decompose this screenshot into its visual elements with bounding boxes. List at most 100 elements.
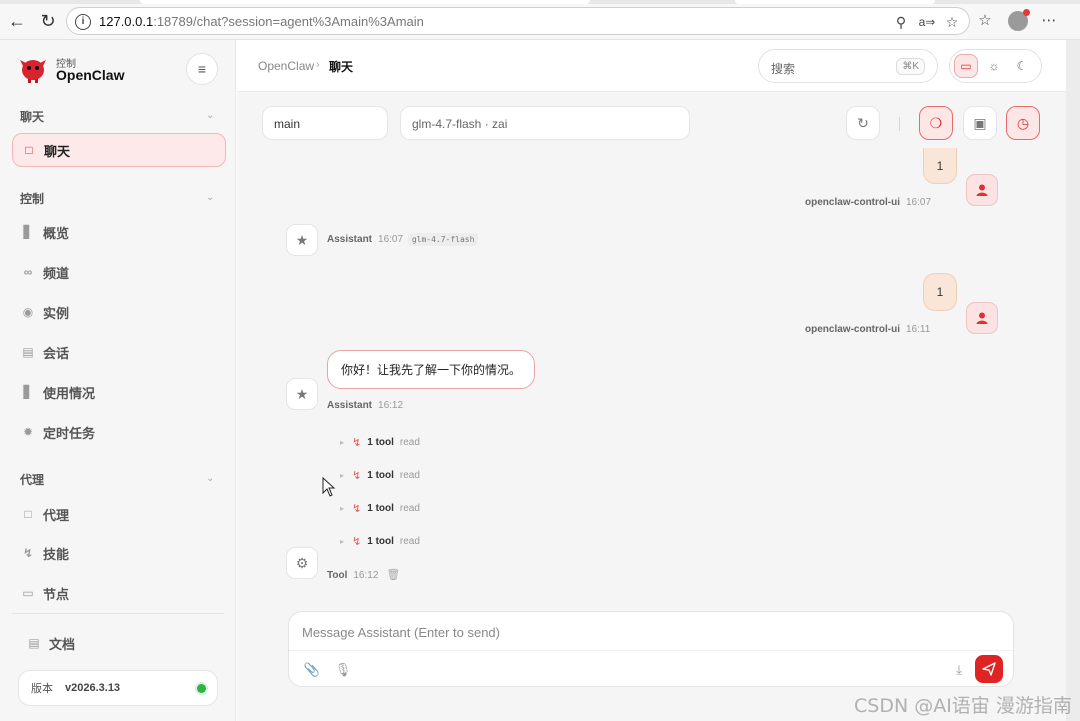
tool-avatar: ⚙ xyxy=(286,547,318,579)
tab-strip xyxy=(0,0,1080,4)
session-toolbar: main glm-4.7-flash · zai ↻ ❍ ▣ ◷ xyxy=(237,92,1066,152)
sidebar: 控制 OpenClaw ≡ 聊天 ⌄ □ 聊天 控制 ⌄ ▋ 概览 ∞ 频道 ◉… xyxy=(0,40,236,721)
bar-chart-icon: ▋ xyxy=(23,225,33,239)
group-title-control: 控制 xyxy=(20,192,45,206)
page-edge xyxy=(1066,40,1080,721)
sidebar-item-instances[interactable]: ◉ 实例 xyxy=(12,295,226,329)
version-card: 版本 v2026.3.13 xyxy=(18,670,218,706)
user-message-bubble: 1 xyxy=(923,148,957,184)
version-value: v2026.3.13 xyxy=(65,682,121,694)
loader-icon: ✹ xyxy=(22,425,34,439)
chevron-down-icon[interactable]: ⌄ xyxy=(206,473,214,484)
star-icon: ★ xyxy=(295,385,309,402)
site-info-icon[interactable]: i xyxy=(75,14,91,30)
bolt-icon: ↯ xyxy=(22,546,34,560)
hamburger-icon: ≡ xyxy=(197,61,207,77)
folder-icon: □ xyxy=(24,507,32,521)
sidebar-item-usage[interactable]: ▋ 使用情况 xyxy=(12,375,226,409)
sidebar-item-label: 使用情况 xyxy=(43,385,96,401)
monitor-icon[interactable]: ▭ xyxy=(954,54,978,78)
tool-call-row[interactable]: ▸ ↯ 1 tool read xyxy=(340,436,420,449)
download-icon[interactable]: ⤓ xyxy=(949,660,969,680)
session-select[interactable]: main xyxy=(262,106,388,140)
tool-message-meta: Tool 16:12 🗑 xyxy=(327,569,401,581)
send-button[interactable] xyxy=(975,655,1003,683)
tool-call-row[interactable]: ▸ ↯ 1 tool read xyxy=(340,535,420,548)
sidebar-item-sessions[interactable]: ▤ 会话 xyxy=(12,335,226,369)
sidebar-item-label: 文档 xyxy=(49,636,76,652)
clock-icon[interactable]: ◷ xyxy=(1006,106,1040,140)
search-box[interactable]: 搜索 ⌘K xyxy=(758,49,938,83)
user-message-bubble: 1 xyxy=(923,273,957,311)
main-panel: OpenClaw › 聊天 搜索 ⌘K ▭ ☼ ☾ main glm-4.7-f… xyxy=(237,40,1066,721)
breadcrumb-root[interactable]: OpenClaw xyxy=(258,59,314,73)
message-input[interactable]: Message Assistant (Enter to send) xyxy=(302,625,500,640)
attachment-icon[interactable]: 📎 xyxy=(302,660,322,680)
trash-icon[interactable]: 🗑 xyxy=(386,569,400,581)
chevron-down-icon[interactable]: ⌄ xyxy=(206,192,214,203)
sidebar-item-channels[interactable]: ∞ 频道 xyxy=(12,255,226,289)
brain-icon[interactable]: ❍ xyxy=(919,106,953,140)
mouse-cursor-icon xyxy=(322,477,336,497)
back-icon[interactable]: ← xyxy=(6,10,28,32)
focus-icon[interactable]: ▣ xyxy=(963,106,997,140)
assistant-message-meta: Assistant 16:07 glm-4.7-flash xyxy=(327,233,479,246)
sidebar-item-chat[interactable]: □ 聊天 xyxy=(12,133,226,167)
refresh-icon[interactable]: ↻ xyxy=(846,106,880,140)
version-label: 版本 xyxy=(31,683,53,695)
bolt-icon: ↯ xyxy=(352,470,362,482)
sidebar-item-label: 会话 xyxy=(43,345,70,361)
message-composer[interactable]: Message Assistant (Enter to send) 📎 🎙 ⤓ xyxy=(288,611,1014,687)
broadcast-icon: ◉ xyxy=(22,305,34,319)
favorites-icon[interactable]: ☆ xyxy=(974,10,996,32)
key-icon[interactable]: ⚲ xyxy=(892,13,910,31)
star-icon[interactable]: ☆ xyxy=(943,13,961,31)
chevron-down-icon[interactable]: ⌄ xyxy=(206,110,214,121)
browser-toolbar: ← ↻ i 127.0.0.1:18789/chat?session=agent… xyxy=(0,0,1080,40)
openclaw-app: 控制 OpenClaw ≡ 聊天 ⌄ □ 聊天 控制 ⌄ ▋ 概览 ∞ 频道 ◉… xyxy=(0,40,1066,721)
user-message-meta: openclaw-control-ui 16:11 xyxy=(805,324,931,335)
sidebar-item-label: 定时任务 xyxy=(43,425,96,441)
sidebar-item-label: 实例 xyxy=(43,305,70,321)
chat-icon: □ xyxy=(25,143,33,157)
user-avatar xyxy=(966,302,998,334)
sidebar-item-nodes[interactable]: ▭ 节点 xyxy=(12,576,226,610)
sidebar-item-agents[interactable]: □ 代理 xyxy=(12,497,226,531)
bolt-icon: ↯ xyxy=(352,503,362,515)
sidebar-item-cron[interactable]: ✹ 定时任务 xyxy=(12,415,226,449)
url-text: 127.0.0.1:18789/chat?session=agent%3Amai… xyxy=(99,14,424,29)
sidebar-item-label: 技能 xyxy=(43,546,70,562)
assistant-avatar: ★ xyxy=(286,224,318,256)
profile-avatar[interactable] xyxy=(1008,9,1030,31)
gear-icon: ⚙ xyxy=(295,554,309,571)
more-icon[interactable]: ⋯ xyxy=(1038,10,1060,32)
model-select[interactable]: glm-4.7-flash · zai xyxy=(400,106,690,140)
sidebar-item-label: 代理 xyxy=(43,507,70,523)
moon-icon[interactable]: ☾ xyxy=(1010,54,1034,78)
star-icon: ★ xyxy=(295,231,309,248)
sun-icon[interactable]: ☼ xyxy=(982,54,1006,78)
link-icon: ∞ xyxy=(23,265,33,279)
microphone-icon[interactable]: 🎙 xyxy=(333,660,353,680)
tool-call-row[interactable]: ▸ ↯ 1 tool read xyxy=(340,469,420,482)
sidebar-item-skills[interactable]: ↯ 技能 xyxy=(12,536,226,570)
toolbar-divider xyxy=(899,117,900,131)
menu-toggle-button[interactable]: ≡ xyxy=(186,53,218,85)
book-icon: ▤ xyxy=(28,636,40,650)
status-dot xyxy=(197,684,206,693)
model-tag: glm-4.7-flash xyxy=(407,233,479,246)
reload-icon[interactable]: ↻ xyxy=(37,10,59,32)
sidebar-item-label: 概览 xyxy=(43,225,70,241)
sidebar-item-overview[interactable]: ▋ 概览 xyxy=(12,215,226,249)
sidebar-item-label: 节点 xyxy=(43,586,70,602)
sidebar-item-docs[interactable]: ▤ 文档 xyxy=(18,626,232,660)
assistant-message-meta: Assistant 16:12 xyxy=(327,400,404,411)
assistant-avatar: ★ xyxy=(286,378,318,410)
bolt-icon: ↯ xyxy=(352,536,362,548)
sidebar-item-label: 聊天 xyxy=(44,143,71,159)
address-bar[interactable]: i 127.0.0.1:18789/chat?session=agent%3Am… xyxy=(66,7,970,35)
search-placeholder: 搜索 xyxy=(771,62,796,76)
breadcrumb-separator: › xyxy=(316,59,320,71)
translate-icon[interactable]: a⇒ xyxy=(918,13,936,31)
tool-call-row[interactable]: ▸ ↯ 1 tool read xyxy=(340,502,420,515)
